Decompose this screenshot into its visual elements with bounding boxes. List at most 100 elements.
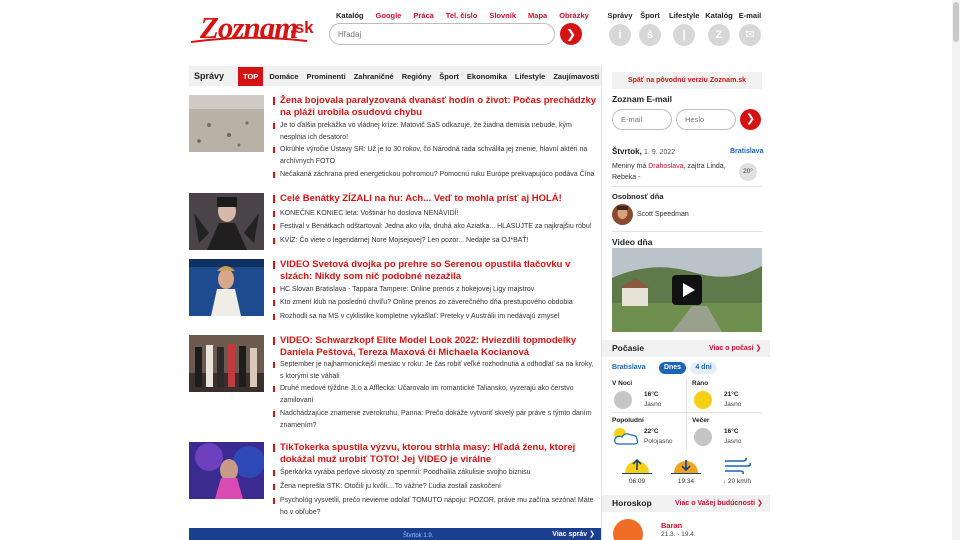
email-section-title: Zoznam E-mail xyxy=(612,94,672,104)
nav-item-economy[interactable]: Ekonomika xyxy=(467,72,507,81)
divider xyxy=(612,231,762,232)
sport-icon: š xyxy=(639,24,661,46)
nav-item-lifestyle[interactable]: Lifestyle xyxy=(515,72,545,81)
weather-header: Počasie Viac o počasí ❯ xyxy=(602,340,770,357)
service-email[interactable]: E-mail ✉ xyxy=(735,11,765,46)
lifestyle-icon: | xyxy=(673,24,695,46)
article-sublink[interactable]: Kto zmení klub na poslednú chvíľu? Onlin… xyxy=(273,297,598,309)
article-sublink[interactable]: Okrúhle výročie Ústavy SR: Už je to 30 r… xyxy=(273,144,598,167)
email-field[interactable] xyxy=(612,109,672,130)
article-headline[interactable]: Žena bojovala paralyzovaná dvanásť hodín… xyxy=(273,95,598,118)
article-sublink[interactable]: Nečakaná záchrana pred energetickou pohr… xyxy=(273,169,598,181)
nav-item-top[interactable]: TOP xyxy=(238,66,264,86)
article-sublink[interactable]: Žena neprešla STK: Otočili ju kvôli....T… xyxy=(273,481,598,493)
article-headline[interactable]: VIDEO: Schwarzkopf Elite Model Look 2022… xyxy=(273,335,598,358)
service-sport[interactable]: Šport š xyxy=(635,11,665,46)
top-links: Katalóg Google Práca Tel. číslo Slovník … xyxy=(336,11,601,20)
aries-icon[interactable] xyxy=(613,519,643,540)
scrollbar-thumb[interactable] xyxy=(953,2,959,42)
article-sublink[interactable]: Rozhodli sa na MS v cyklistike kompletne… xyxy=(273,311,598,323)
video-of-day-title: Video dňa xyxy=(612,237,653,247)
article-headline[interactable]: TikTokerka spustila výzvu, ktorou strhla… xyxy=(273,442,598,465)
toplink-images[interactable]: Obrázky xyxy=(559,11,589,20)
person-name-link[interactable]: Scott Speedman xyxy=(637,211,689,218)
article-sublink[interactable]: Druhé medové týždne JLo a Afflecka: Učar… xyxy=(273,383,598,406)
catalog-icon: Z xyxy=(708,24,730,46)
article-thumbnail[interactable] xyxy=(189,95,264,152)
person-avatar[interactable] xyxy=(612,204,633,225)
article-sublink[interactable]: KVÍZ: Čo viete o legendárnej Nore Mojsej… xyxy=(273,235,598,247)
arrow-down-icon: ↓ xyxy=(722,478,727,485)
chevron-right-icon: ❯ xyxy=(565,27,577,41)
temperature-badge: 20° xyxy=(739,163,757,181)
toplink-map[interactable]: Mapa xyxy=(528,11,547,20)
sun-icon xyxy=(694,391,712,409)
article-sublink[interactable]: KONEČNE KONIEC leta: Voštinár ho doslova… xyxy=(273,208,598,220)
service-lifestyle[interactable]: Lifestyle | xyxy=(669,11,699,46)
weather-title: Počasie xyxy=(612,343,645,353)
article-sublink[interactable]: Šperkárka vyrába perlové skvosty zo sper… xyxy=(273,467,598,479)
search-button[interactable]: ❯ xyxy=(560,23,582,45)
nav-section-title[interactable]: Správy xyxy=(194,71,224,81)
tab-4-days[interactable]: 4 dni xyxy=(690,362,717,374)
toplink-google[interactable]: Google xyxy=(376,11,402,20)
article-sublink[interactable]: Festival v Benátkach odštartoval: Jedna … xyxy=(273,221,598,233)
nav-item-sport[interactable]: Šport xyxy=(439,72,459,81)
article-headline[interactable]: VIDEO Svetová dvojka po prehre so Sereno… xyxy=(273,259,598,282)
service-catalog[interactable]: Katalóg Z xyxy=(704,11,734,46)
nav-item-foreign[interactable]: Zahraničné xyxy=(354,72,394,81)
toplink-dictionary[interactable]: Slovník xyxy=(489,11,516,20)
horoscope-header: Horoskop Viac o Vašej budúcnosti ❯ xyxy=(602,495,770,512)
info-icon: i xyxy=(609,24,631,46)
weather-divider xyxy=(612,412,762,413)
horoscope-more-link[interactable]: Viac o Vašej budúcnosti ❯ xyxy=(675,499,763,507)
scrollbar[interactable] xyxy=(952,0,960,540)
weather-more-link[interactable]: Viac o počasí ❯ xyxy=(709,344,761,352)
toplink-catalog[interactable]: Katalóg xyxy=(336,11,364,20)
weather-divider xyxy=(686,378,687,450)
logo-suffix: .sk xyxy=(290,18,314,37)
horoscope-sign-link[interactable]: Baran xyxy=(661,521,682,530)
nav-item-celebrities[interactable]: Prominenti xyxy=(307,72,346,81)
banner-text: Štvrtok 1.9. xyxy=(403,533,434,539)
current-date: Štvrtok, 1. 9. 2022 xyxy=(612,147,676,156)
article-sublink[interactable]: Nadchádzajúce znamenie zverokruhu, Panna… xyxy=(273,408,598,431)
article-headline[interactable]: Celé Benátky ZÍZALI na ňu: Ach... Veď to… xyxy=(273,193,598,205)
partly-cloudy-icon xyxy=(614,428,639,445)
article-thumbnail[interactable] xyxy=(189,193,264,250)
category-nav: Správy TOP Domáce Prominenti Zahraničné … xyxy=(189,66,601,86)
sunrise-icon xyxy=(622,458,652,474)
toplink-work[interactable]: Práca xyxy=(413,11,433,20)
article-sublink[interactable]: Psychológ vysvetlil, prečo nevieme odola… xyxy=(273,495,598,518)
service-news[interactable]: Správy i xyxy=(605,11,635,46)
tab-today[interactable]: Dnes xyxy=(659,362,686,374)
article-thumbnail[interactable] xyxy=(189,442,264,499)
name-day: Meniny má Drahoslava, zajtra Linda, Rebe… xyxy=(612,163,726,181)
article-thumbnail[interactable] xyxy=(189,335,264,392)
search-input[interactable] xyxy=(329,23,555,45)
article-sublink[interactable]: Je to ďalšia prekážka vo vládnej kríze: … xyxy=(273,120,598,143)
article-thumbnail[interactable] xyxy=(189,259,264,316)
back-to-old-version-link[interactable]: Späť na pôvodnú verziu Zoznam.sk xyxy=(612,72,762,89)
nav-item-domestic[interactable]: Domáce xyxy=(269,72,298,81)
more-news-link[interactable]: Viac správ ❯ xyxy=(552,530,595,538)
password-field[interactable] xyxy=(676,109,736,130)
play-icon[interactable] xyxy=(672,275,702,305)
nav-item-interesting[interactable]: Zaujímavosti xyxy=(553,72,599,81)
divider xyxy=(612,186,762,187)
wind: ↓ 20 km/h xyxy=(720,456,754,485)
article-sublink[interactable]: September je najharmonickejší mesiac v r… xyxy=(273,359,598,382)
toplink-phone[interactable]: Tel. číslo xyxy=(446,11,478,20)
article-sublink[interactable]: HC Slovan Bratislava - Tappara Tampere: … xyxy=(273,284,598,296)
weather-city-link[interactable]: Bratislava xyxy=(612,364,645,371)
cloud-icon xyxy=(614,391,632,409)
login-button[interactable]: ❯ xyxy=(740,109,761,130)
cloud-icon xyxy=(694,428,712,446)
nav-item-regions[interactable]: Regióny xyxy=(402,72,432,81)
horoscope-date-range: 21.3. - 19.4. xyxy=(661,531,696,538)
wind-icon xyxy=(725,457,752,475)
name-day-link[interactable]: Drahoslava xyxy=(648,163,683,170)
sunset: 19:34 xyxy=(671,456,701,485)
date-city-link[interactable]: Bratislava xyxy=(730,148,763,155)
news-banner[interactable]: Štvrtok 1.9. Viac správ ❯ xyxy=(189,528,601,540)
